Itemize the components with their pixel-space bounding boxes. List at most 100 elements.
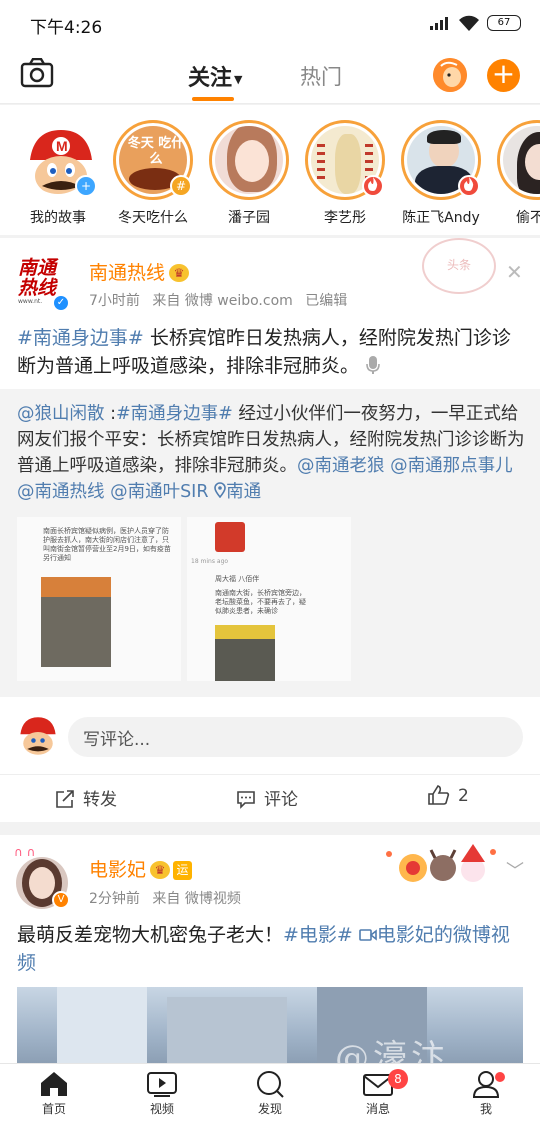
author-row: 电影妃 ♛ 运 [89,855,193,882]
post-time: 2分钟前 [89,891,140,907]
battery-indicator: 67 [487,15,521,31]
story-name: 陈正飞Andy [402,210,480,226]
mention-link[interactable]: @狼山闲散 [17,404,105,424]
story-cover-text: 冬天 吃什么 [127,136,185,167]
story-name: 偷不走 [516,210,540,226]
story-panziyuan[interactable]: 潘子园 [207,120,291,227]
location-link[interactable]: 南通 [214,482,261,502]
feed-card-movie: ∩ ∩ V 电影妃 ♛ 运 2分钟前 来自 微博视频 ﹀ 最萌反差宠物大机密兔子老大… [0,835,540,1064]
yun-badge: 运 [173,861,193,880]
story-ring [305,120,385,200]
tab-video[interactable]: 视频 [127,1070,197,1117]
tab-label: 视频 [149,1102,174,1116]
story-name: 我的故事 [30,210,86,226]
comment-label: 评论 [264,790,298,810]
image-caption: 南面长桥宾馆疑似病例，医护人员穿了防护服去抓人，南大街的闲店们注意了，只叫南街金… [43,527,171,562]
image-avatar [215,522,245,552]
status-time: 下午4:26 [30,18,103,38]
story-name: 潘子园 [228,210,270,226]
mention-link[interactable]: @南通老狼 [297,456,385,476]
verified-badge-icon: V [52,891,70,909]
story-liyitong[interactable]: 李艺彤 [303,120,387,227]
thumbs-up-icon [428,785,450,805]
post-source: 来自 微博视频 [152,891,241,907]
tab-me[interactable]: 我 [451,1070,521,1117]
tab-label: 我 [479,1102,492,1116]
tab-label: 消息 [365,1102,390,1116]
retweet-image-2[interactable]: 18 mins ago 周大福 八佰伴 南通南大街，长桥宾馆旁边，老坛酸菜鱼，不… [187,517,351,681]
like-button[interactable]: 2 [428,785,469,806]
tab-follow-label: 关注 [188,66,233,91]
me-notification-dot [495,1072,505,1082]
post-body: #南通身边事# 长桥宾馆昨日发热病人，经附院发热门诊诊断为普通上呼吸道感染，排除… [17,324,525,380]
comment-button[interactable]: 评论 [236,785,298,810]
story-ring [401,120,481,200]
chevron-down-icon[interactable]: ﹀ [506,857,524,883]
comment-icon [237,791,255,809]
story-winter-food[interactable]: 冬天 吃什么 # 冬天吃什么 [111,120,195,227]
story-ring: M + [18,120,98,200]
comment-avatar [17,715,59,757]
author-name[interactable]: 电影妃 [89,859,146,881]
retweet-image-1[interactable]: 南面长桥宾馆疑似病例，医护人员穿了防护服去抓人，南大街的闲店们注意了，只叫南街金… [17,517,181,681]
comment-input[interactable]: 写评论... [68,717,523,757]
bird-icon [433,58,467,92]
tab-discover[interactable]: 发现 [235,1070,305,1117]
mention-link[interactable]: @南通叶SIR [110,482,208,502]
story-toubuzou[interactable]: 偷不走 [495,120,540,227]
image-caption: 南通南大街，长桥宾馆旁边，老坛酸菜鱼，不要再去了，疑似肺炎患者，未确诊 [215,589,306,615]
topic-link[interactable]: #南通身边事# [116,404,233,424]
retweet-block[interactable]: @狼山闲散 :#南通身边事# 经过小伙伴们一夜努力，一早正式给网友们报个平安：长… [0,389,540,697]
camera-icon[interactable] [20,58,54,88]
tab-follow[interactable]: 关注 ▼ [188,60,242,92]
mention-link[interactable]: @南通热线 [17,482,105,502]
topic-link[interactable]: #南通身边事# [17,327,144,349]
comment-row: 写评论... [0,703,540,759]
tab-home[interactable]: 首页 [19,1070,89,1117]
signal-icon [430,17,448,30]
add-story-badge: + [75,175,97,197]
author-row: 南通热线 ♛ [89,258,190,285]
close-icon[interactable]: ✕ [506,260,523,284]
image-photo-sign [215,625,275,639]
topic-link[interactable]: #电影# [283,924,353,946]
location-text: 南通 [226,482,262,502]
post-meta: 2分钟前 来自 微博视频 [89,888,249,908]
mention-link[interactable]: @南通那点事儿 [390,456,513,476]
top-nav: 关注 ▼ 热门 + [0,48,540,104]
story-chenzhengfei[interactable]: 陈正飞Andy [399,120,483,227]
tab-label: 首页 [41,1102,66,1116]
post-edited: 已编辑 [305,293,348,309]
svg-text:M: M [56,138,68,154]
bottom-tab-bar: 首页 视频 发现 消息 8 我 [0,1063,540,1124]
story-name: 李艺彤 [324,210,366,226]
repost-label: 转发 [83,790,117,810]
mic-icon [366,356,380,374]
post-source: 来自 微博 weibo.com [152,293,293,309]
toubuzou-avatar [503,126,540,194]
repost-button[interactable]: 转发 [55,785,117,810]
weibo-bird-avatar[interactable] [433,58,467,92]
wifi-icon [459,15,479,31]
compose-plus-button[interactable]: + [487,59,520,92]
video-camera-icon [359,929,377,941]
headline-stamp: 头条 [422,238,496,294]
tab-hot[interactable]: 热门 [300,61,342,91]
home-icon [41,1072,67,1096]
panziyuan-avatar [215,126,283,194]
like-count: 2 [458,786,469,806]
fire-badge-icon [458,175,480,197]
image-username: 周大福 八佰伴 [215,575,260,583]
feed-card-nantong: 南通热线 www.nt. ✓ 南通热线 ♛ 7小时前 来自 微博 weibo.co… [0,238,540,822]
caret-down-icon: ▼ [234,72,243,86]
author-name[interactable]: 南通热线 [89,262,165,284]
retweet-text: @狼山闲散 :#南通身边事# 经过小伙伴们一夜努力，一早正式给网友们报个平安：长… [17,404,525,502]
post-text: 最萌反差宠物大机密兔子老大！ [17,924,284,946]
image-photo-sign [41,577,111,597]
crown-icon: ♛ [150,861,171,879]
repost-icon [56,790,74,808]
story-ring [497,120,540,200]
video-icon [147,1072,177,1097]
tab-label: 发现 [257,1102,282,1116]
story-my-story[interactable]: M + 我的故事 [16,120,100,227]
